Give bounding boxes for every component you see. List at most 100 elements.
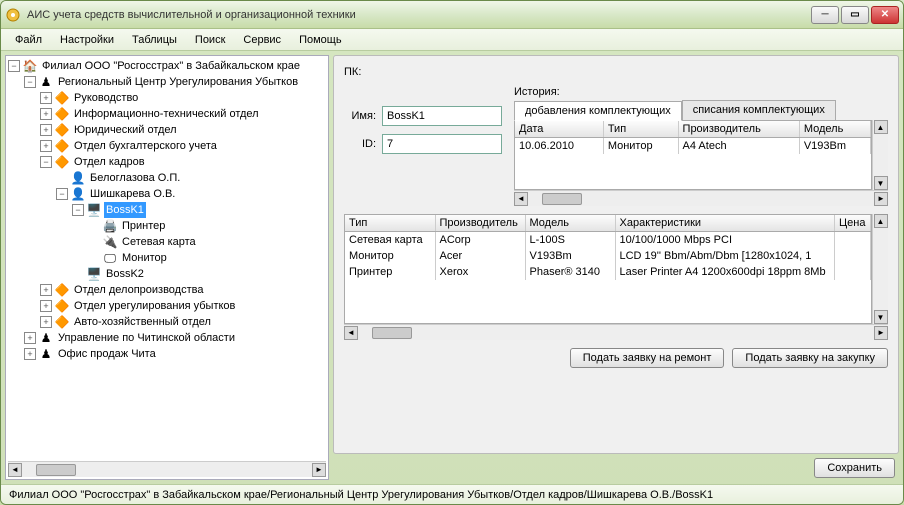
tree-label: Отдел кадров bbox=[72, 154, 147, 170]
cell bbox=[835, 264, 871, 280]
repair-request-button[interactable]: Подать заявку на ремонт bbox=[570, 348, 725, 368]
tree-label: Региональный Центр Урегулирования Убытко… bbox=[56, 74, 300, 90]
app-icon bbox=[5, 7, 21, 23]
tab-writeoff[interactable]: списания комплектующих bbox=[682, 100, 836, 120]
menu-file[interactable]: Файл bbox=[7, 32, 50, 48]
cube-icon: 🔶 bbox=[54, 154, 70, 170]
col-spec[interactable]: Характеристики bbox=[615, 215, 835, 232]
col-model[interactable]: Модель bbox=[525, 215, 615, 232]
expander-icon[interactable]: + bbox=[40, 124, 52, 136]
minimize-button[interactable]: ─ bbox=[811, 6, 839, 24]
detail-box: ПК: Имя: ID: История: bbox=[333, 55, 899, 454]
components-grid[interactable]: Тип Производитель Модель Характеристики … bbox=[344, 214, 872, 324]
tree-dept[interactable]: +🔶Руководство bbox=[40, 90, 326, 106]
history-hscroll[interactable]: ◄► bbox=[514, 190, 888, 206]
expander-icon[interactable]: − bbox=[8, 60, 20, 72]
cell bbox=[835, 248, 871, 264]
tree-pc-bossk1[interactable]: −🖥️BossK1 bbox=[72, 202, 326, 218]
id-input[interactable] bbox=[382, 134, 502, 154]
cube-icon: 🔶 bbox=[54, 314, 70, 330]
purchase-request-button[interactable]: Подать заявку на закупку bbox=[732, 348, 888, 368]
tree-label: Информационно-технический отдел bbox=[72, 106, 261, 122]
statusbar: Филиал ООО "Росгосстрах" в Забайкальском… bbox=[1, 484, 903, 504]
close-button[interactable]: ✕ bbox=[871, 6, 899, 24]
menu-service[interactable]: Сервис bbox=[235, 32, 289, 48]
chess-icon: ♟ bbox=[38, 346, 54, 362]
tree-dept[interactable]: +🔶Отдел делопроизводства bbox=[40, 282, 326, 298]
tree-component[interactable]: 🖵Монитор bbox=[88, 250, 326, 266]
tree-regional[interactable]: − ♟ Региональный Центр Урегулирования Уб… bbox=[24, 74, 326, 90]
table-row[interactable]: 10.06.2010 Монитор A4 Atech V193Bm bbox=[515, 138, 871, 155]
expander-icon[interactable]: − bbox=[56, 188, 68, 200]
name-label: Имя: bbox=[344, 110, 376, 122]
components-hscroll[interactable]: ◄► bbox=[344, 324, 888, 340]
tree-dept[interactable]: +🔶Юридический отдел bbox=[40, 122, 326, 138]
col-type[interactable]: Тип bbox=[345, 215, 435, 232]
col-type[interactable]: Тип bbox=[603, 121, 678, 138]
expander-icon[interactable]: + bbox=[24, 332, 36, 344]
tree-component[interactable]: 🔌Сетевая карта bbox=[88, 234, 326, 250]
window-title: АИС учета средств вычислительной и орган… bbox=[27, 9, 811, 21]
history-grid[interactable]: Дата Тип Производитель Модель 10.06.2010 bbox=[514, 120, 872, 190]
tree-branch[interactable]: +♟Управление по Читинской области bbox=[24, 330, 326, 346]
tree-dept[interactable]: +🔶Авто-хозяйственный отдел bbox=[40, 314, 326, 330]
tree-dept[interactable]: +🔶Отдел бухгалтерского учета bbox=[40, 138, 326, 154]
window-controls: ─ ▭ ✕ bbox=[811, 6, 899, 24]
tree-dept[interactable]: +🔶Информационно-технический отдел bbox=[40, 106, 326, 122]
expander-icon[interactable]: − bbox=[40, 156, 52, 168]
cube-icon: 🔶 bbox=[54, 122, 70, 138]
col-date[interactable]: Дата bbox=[515, 121, 603, 138]
cell: Phaser® 3140 bbox=[525, 264, 615, 280]
maximize-button[interactable]: ▭ bbox=[841, 6, 869, 24]
tree-label: Юридический отдел bbox=[72, 122, 179, 138]
tree-dept-kadry[interactable]: −🔶Отдел кадров bbox=[40, 154, 326, 170]
table-row[interactable]: Монитор Acer V193Bm LCD 19'' Bbm/Abm/Dbm… bbox=[345, 248, 871, 264]
col-manufacturer[interactable]: Производитель bbox=[435, 215, 525, 232]
menu-tables[interactable]: Таблицы bbox=[124, 32, 185, 48]
table-row[interactable]: Принтер Xerox Phaser® 3140 Laser Printer… bbox=[345, 264, 871, 280]
tab-add[interactable]: добавления комплектующих bbox=[514, 101, 682, 121]
col-model[interactable]: Модель bbox=[799, 121, 870, 138]
expander-icon[interactable]: + bbox=[24, 348, 36, 360]
tree-root[interactable]: − 🏠 Филиал ООО "Росгосстрах" в Забайкаль… bbox=[8, 58, 326, 74]
save-button[interactable]: Сохранить bbox=[814, 458, 895, 478]
tree-person[interactable]: −👤Шишкарева О.В. bbox=[56, 186, 326, 202]
expander-icon[interactable]: − bbox=[72, 204, 84, 216]
tree-component[interactable]: 🖨️Принтер bbox=[88, 218, 326, 234]
tree-label: Монитор bbox=[120, 250, 169, 266]
cell: Xerox bbox=[435, 264, 525, 280]
expander-icon[interactable]: − bbox=[24, 76, 36, 88]
expander-icon[interactable]: + bbox=[40, 284, 52, 296]
tree-hscroll[interactable]: ◄► bbox=[8, 461, 326, 477]
tree-person[interactable]: 👤Белоглазова О.П. bbox=[56, 170, 326, 186]
tree-pc[interactable]: 🖥️BossK2 bbox=[72, 266, 326, 282]
tree-branch[interactable]: +♟Офис продаж Чита bbox=[24, 346, 326, 362]
col-manufacturer[interactable]: Производитель bbox=[678, 121, 799, 138]
tree-label: Белоглазова О.П. bbox=[88, 170, 182, 186]
cube-icon: 🔶 bbox=[54, 298, 70, 314]
tree-dept[interactable]: +🔶Отдел урегулирования убытков bbox=[40, 298, 326, 314]
tree-label: Отдел урегулирования убытков bbox=[72, 298, 237, 314]
tree-label: Отдел делопроизводства bbox=[72, 282, 205, 298]
table-row[interactable]: Сетевая карта ACorp L-100S 10/100/1000 M… bbox=[345, 232, 871, 249]
computer-icon: 🖥️ bbox=[86, 202, 102, 218]
menu-settings[interactable]: Настройки bbox=[52, 32, 122, 48]
history-vscroll[interactable]: ▲▼ bbox=[872, 120, 888, 190]
name-input[interactable] bbox=[382, 106, 502, 126]
menu-help[interactable]: Помощь bbox=[291, 32, 350, 48]
cell: ACorp bbox=[435, 232, 525, 249]
expander-icon[interactable]: + bbox=[40, 140, 52, 152]
expander-icon[interactable]: + bbox=[40, 300, 52, 312]
tree-panel[interactable]: − 🏠 Филиал ООО "Росгосстрах" в Забайкаль… bbox=[5, 55, 329, 480]
cube-icon: 🔶 bbox=[54, 106, 70, 122]
menubar: Файл Настройки Таблицы Поиск Сервис Помо… bbox=[1, 29, 903, 51]
expander-icon[interactable]: + bbox=[40, 108, 52, 120]
menu-search[interactable]: Поиск bbox=[187, 32, 233, 48]
tree-label: Шишкарева О.В. bbox=[88, 186, 177, 202]
expander-icon[interactable]: + bbox=[40, 316, 52, 328]
col-price[interactable]: Цена bbox=[835, 215, 871, 232]
components-vscroll[interactable]: ▲▼ bbox=[872, 214, 888, 324]
cell: L-100S bbox=[525, 232, 615, 249]
expander-icon[interactable]: + bbox=[40, 92, 52, 104]
tree-label: Управление по Читинской области bbox=[56, 330, 237, 346]
